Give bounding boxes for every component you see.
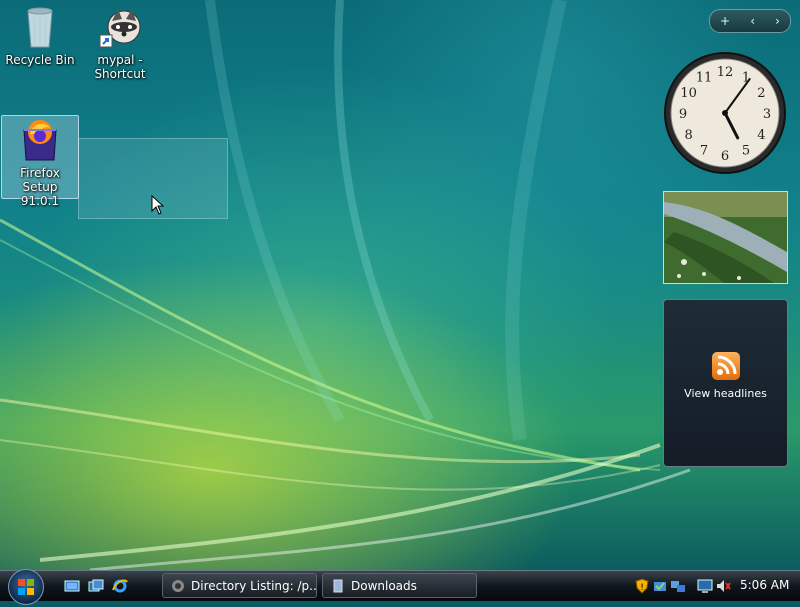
display-icon[interactable] [697, 578, 713, 594]
next-page-button[interactable]: › [775, 14, 780, 28]
clock-gadget[interactable]: 12 1234567891011 [662, 50, 788, 176]
sidebar-controls: + ‹ › [709, 9, 791, 33]
clock-numeral: 6 [721, 149, 729, 164]
clock-numeral: 4 [757, 128, 765, 143]
volume-muted-icon[interactable] [715, 578, 731, 594]
recycle-bin-icon [16, 3, 64, 51]
add-gadget-button[interactable]: + [720, 14, 730, 28]
folder-icon [333, 579, 343, 593]
clock-numeral: 5 [742, 143, 750, 158]
view-headlines-link[interactable]: View headlines [664, 387, 787, 400]
security-shield-icon[interactable]: ! [634, 578, 650, 594]
clock-numeral: 2 [757, 86, 765, 101]
desktop-icon-label: Recycle Bin [5, 53, 75, 67]
windows-logo-icon [18, 579, 34, 595]
show-desktop-icon[interactable] [64, 578, 80, 594]
stream-photo [664, 192, 787, 283]
system-clock[interactable]: 5:06 AM [740, 578, 789, 592]
internet-explorer-icon[interactable] [112, 578, 128, 594]
clock-numeral: 12 [717, 65, 734, 80]
task-label: Downloads [351, 579, 417, 593]
switch-windows-icon[interactable] [88, 578, 104, 594]
firefox-setup-icon [16, 116, 64, 164]
mouse-pointer-icon [151, 195, 165, 215]
task-label: Directory Listing: /p... [191, 579, 317, 593]
network-check-icon[interactable] [652, 578, 668, 594]
desktop-icon-mypal-shortcut[interactable]: mypal - Shortcut [82, 3, 158, 81]
clock-numeral: 7 [700, 143, 708, 158]
browser-window-icon [172, 580, 184, 592]
feed-headlines-gadget[interactable]: View headlines [663, 299, 788, 467]
taskbar: Directory Listing: /p... Downloads ! 5:0… [0, 569, 800, 605]
previous-page-button[interactable]: ‹ [750, 14, 755, 28]
svg-text:!: ! [640, 583, 644, 593]
rss-feed-icon [712, 352, 740, 380]
desktop[interactable]: Recycle Bin mypal - Shortcut Firefox Set… [0, 0, 800, 570]
desktop-icon-label: mypal - Shortcut [94, 53, 146, 81]
mypal-raccoon-icon [96, 3, 144, 51]
task-directory-listing[interactable]: Directory Listing: /p... [162, 573, 317, 598]
desktop-icon-label: Firefox Setup 91.0.1 [20, 166, 60, 208]
slideshow-gadget[interactable] [663, 191, 788, 284]
clock-numeral: 11 [696, 71, 713, 86]
clock-numeral: 9 [679, 107, 687, 122]
desktop-icon-firefox-setup[interactable]: Firefox Setup 91.0.1 [1, 115, 79, 208]
clock-numeral: 10 [680, 86, 697, 101]
clock-numeral: 8 [684, 128, 692, 143]
desktop-icon-recycle-bin[interactable]: Recycle Bin [2, 3, 78, 67]
clock-numeral: 3 [763, 107, 771, 122]
network-icon[interactable] [670, 578, 686, 594]
task-downloads[interactable]: Downloads [322, 573, 477, 598]
